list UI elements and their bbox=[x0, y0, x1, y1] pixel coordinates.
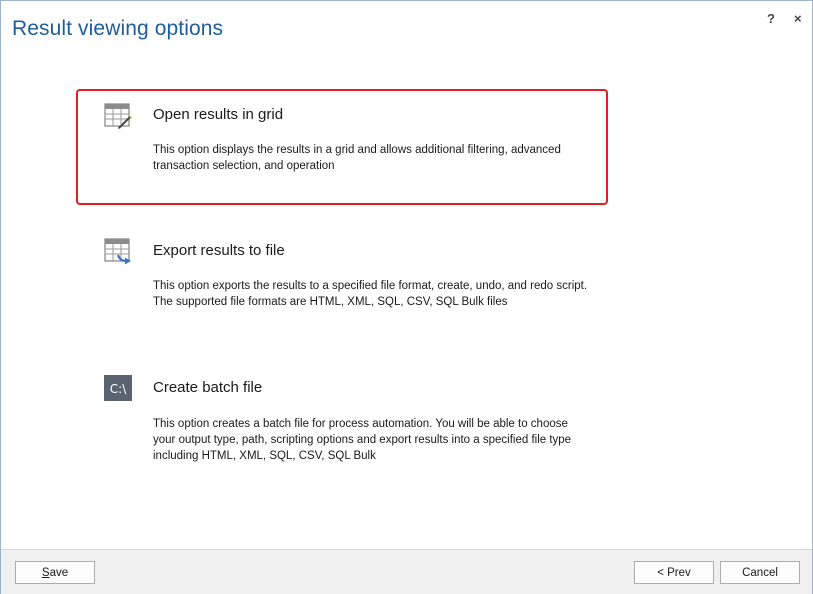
prev-button[interactable]: < Prev bbox=[634, 561, 714, 584]
command-prompt-icon: C:\ bbox=[104, 375, 132, 401]
option-description: This option displays the results in a gr… bbox=[153, 144, 561, 172]
grid-edit-icon bbox=[104, 103, 132, 129]
option-open-results-in-grid[interactable]: Open results in grid This option display… bbox=[76, 89, 608, 205]
cancel-button[interactable]: Cancel bbox=[720, 561, 800, 584]
option-title: Create batch file bbox=[153, 379, 263, 396]
option-title: Open results in grid bbox=[153, 106, 284, 123]
help-button[interactable]: ? bbox=[767, 11, 775, 26]
save-mnemonic: S bbox=[41, 567, 50, 579]
dialog-footer: Save < Prev Cancel bbox=[1, 549, 812, 594]
option-description: This option exports the results to a spe… bbox=[153, 280, 588, 308]
command-prompt-icon-text: C:\ bbox=[110, 382, 127, 396]
close-button[interactable]: × bbox=[794, 11, 802, 26]
grid-export-icon bbox=[104, 238, 131, 264]
save-label: ave bbox=[49, 567, 69, 579]
dialog-window: Result viewing options ? × Open results … bbox=[0, 0, 813, 594]
option-title: Export results to file bbox=[153, 242, 285, 259]
option-create-batch-file[interactable]: C:\ Create batch file This option create… bbox=[78, 365, 606, 475]
dialog-title: Result viewing options bbox=[12, 17, 224, 40]
save-button[interactable]: Save bbox=[15, 561, 95, 584]
option-description: This option creates a batch file for pro… bbox=[153, 418, 572, 462]
option-export-results-to-file[interactable]: Export results to file This option expor… bbox=[78, 229, 606, 329]
